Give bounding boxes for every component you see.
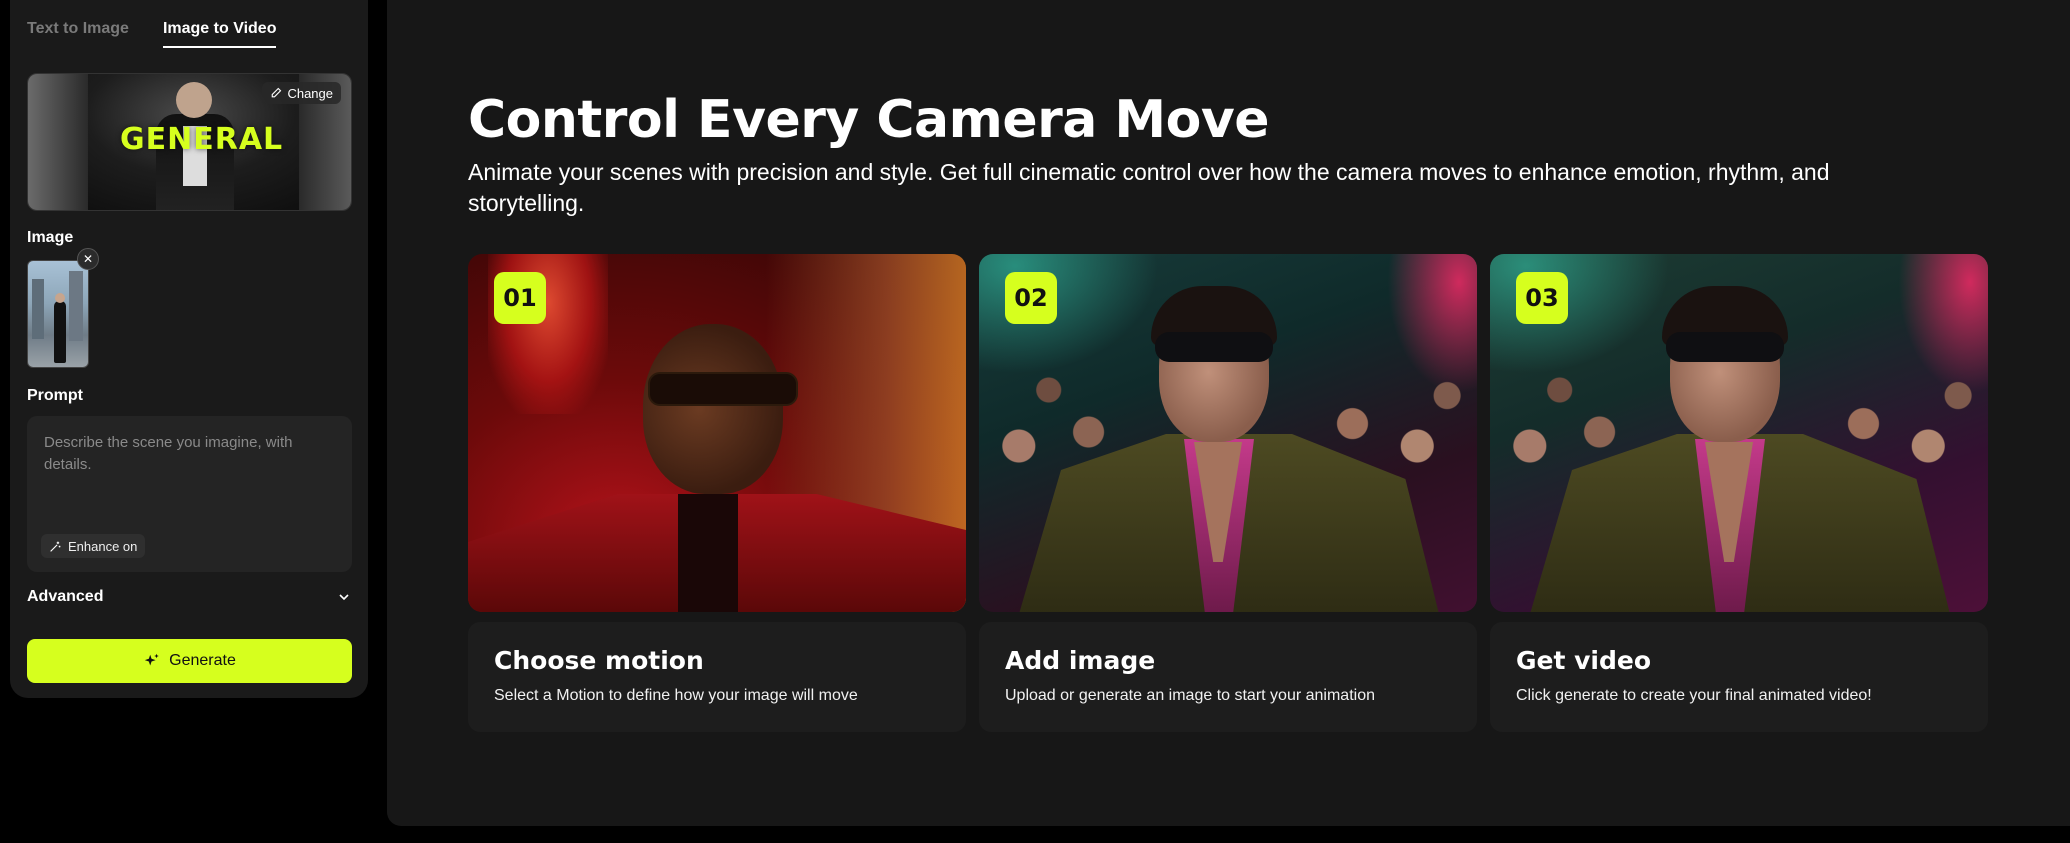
prompt-box: Enhance on — [27, 416, 352, 572]
magic-wand-icon — [50, 541, 61, 552]
change-motion-button[interactable]: Change — [262, 82, 341, 104]
sidebar: Text to Image Image to Video GENERAL Cha… — [10, 0, 368, 698]
sunglasses — [1155, 332, 1273, 362]
generate-label: Generate — [169, 652, 236, 669]
step-card-get-video: 03 Get video Click generate to create yo… — [1490, 254, 1988, 732]
image-section-label: Image — [27, 229, 74, 246]
enhance-toggle[interactable]: Enhance on — [41, 534, 146, 558]
sunglasses — [1666, 332, 1784, 362]
prompt-label: Prompt — [27, 387, 83, 404]
thumbnail-building-left — [32, 279, 44, 339]
page-subtitle: Animate your scenes with precision and s… — [468, 159, 1830, 216]
step-title: Add image — [1005, 646, 1156, 675]
thumbnail-building-right — [69, 271, 83, 341]
remove-image-button[interactable]: ✕ — [77, 248, 99, 270]
step-title: Get video — [1516, 646, 1652, 675]
step-number-badge: 03 — [1516, 272, 1568, 324]
step-number-badge: 02 — [1005, 272, 1057, 324]
advanced-section-toggle[interactable]: Advanced — [27, 588, 352, 606]
mode-tabs: Text to Image Image to Video — [27, 20, 277, 48]
step-description: Upload or generate an image to start you… — [1005, 687, 1375, 704]
generate-button[interactable]: Generate — [27, 639, 352, 683]
advanced-label: Advanced — [27, 588, 104, 605]
chevron-down-icon — [339, 594, 349, 601]
dark-collar — [678, 494, 738, 612]
thumbnail-figure-head — [55, 293, 65, 303]
prompt-input[interactable] — [27, 416, 352, 526]
step-info: Add image Upload or generate an image to… — [979, 622, 1477, 732]
step-info: Get video Click generate to create your … — [1490, 622, 1988, 732]
step-image-get-video: 03 — [1490, 254, 1988, 612]
motion-preview-wall-left — [28, 74, 88, 210]
change-motion-label: Change — [287, 85, 333, 101]
step-description: Click generate to create your final anim… — [1516, 687, 1872, 704]
tab-text-to-image[interactable]: Text to Image — [27, 20, 129, 48]
step-card-add-image: 02 Add image Upload or generate an image… — [979, 254, 1477, 732]
motion-title: GENERAL — [120, 122, 284, 157]
sunglasses — [648, 372, 798, 406]
sparkle-icon — [144, 653, 159, 666]
step-image-add-image: 02 — [979, 254, 1477, 612]
main-panel: Control Every Camera Move Animate your s… — [387, 0, 2070, 826]
thumbnail-figure — [54, 301, 66, 363]
step-number-badge: 01 — [494, 272, 546, 324]
step-description: Select a Motion to define how your image… — [494, 687, 858, 704]
enhance-label: Enhance on — [68, 538, 138, 554]
step-info: Choose motion Select a Motion to define … — [468, 622, 966, 732]
uploaded-image-thumbnail[interactable] — [27, 260, 89, 368]
step-title: Choose motion — [494, 646, 704, 675]
tab-image-to-video[interactable]: Image to Video — [162, 20, 277, 48]
page-title: Control Every Camera Move — [468, 90, 1270, 150]
pencil-icon — [272, 87, 282, 98]
motion-preview-figure-head — [176, 82, 212, 118]
step-image-choose-motion: 01 — [468, 254, 966, 612]
close-icon: ✕ — [82, 252, 94, 266]
portrait-face — [643, 324, 783, 494]
step-card-choose-motion: 01 Choose motion Select a Motion to defi… — [468, 254, 966, 732]
motion-preview-card[interactable]: GENERAL Change — [27, 73, 352, 211]
